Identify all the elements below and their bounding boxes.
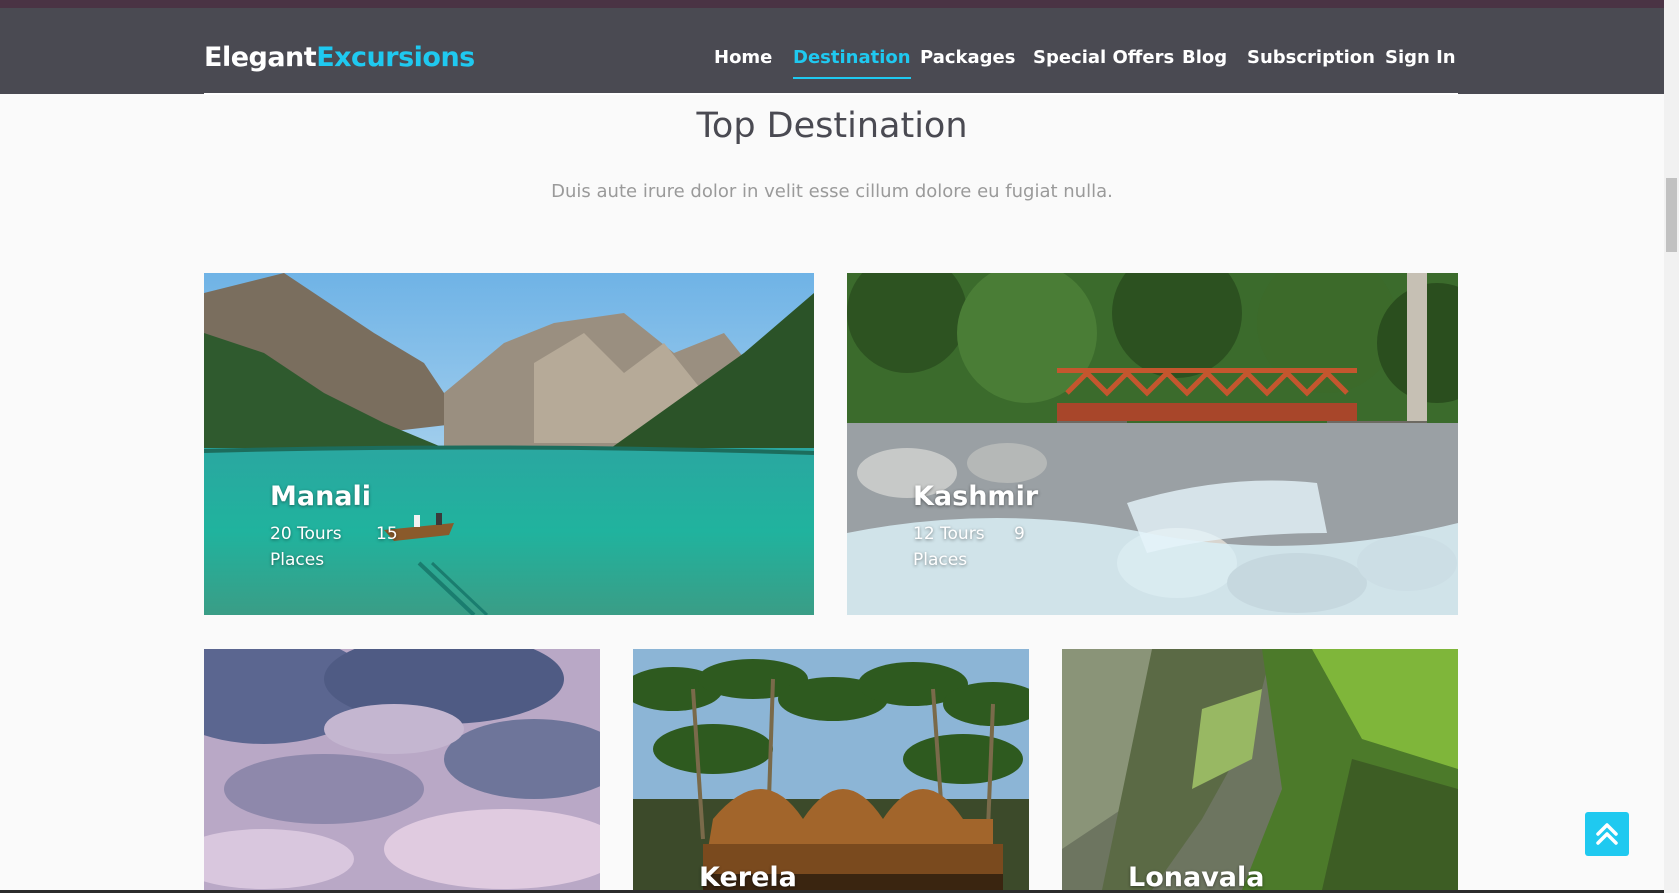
nav-item-subscription[interactable]: Subscription	[1247, 40, 1375, 76]
nav-item-destination[interactable]: Destination	[793, 40, 911, 79]
brand-logo[interactable]: ElegantExcursions	[204, 38, 475, 78]
navbar-divider	[204, 93, 1458, 95]
navbar: ElegantExcursions Home Destination Packa…	[0, 8, 1664, 94]
card-tours: 12 Tours	[913, 524, 985, 544]
page-scrollbar-thumb[interactable]	[1666, 178, 1677, 252]
card-places-count: 9	[1014, 524, 1025, 544]
card-title: Kashmir	[913, 481, 1039, 512]
brand-logo-part1: Elegant	[204, 42, 317, 73]
double-chevron-up-icon	[1596, 823, 1618, 845]
nav-item-special-offers[interactable]: Special Offers	[1033, 40, 1174, 76]
green-cliffs-image	[1062, 649, 1458, 890]
card-places-label: Places	[913, 550, 968, 570]
cloudy-sky-image	[204, 649, 600, 890]
section-subtitle: Duis aute irure dolor in velit esse cill…	[551, 181, 1113, 202]
card-places-label: Places	[270, 550, 325, 570]
section-title: Top Destination	[696, 106, 968, 146]
nav-item-sign-in[interactable]: Sign In	[1385, 40, 1456, 76]
card-title: Manali	[270, 481, 372, 512]
destination-card-kerela[interactable]: Kerela	[633, 649, 1029, 890]
nav-item-home[interactable]: Home	[714, 40, 772, 76]
card-title: Lonavala	[1128, 862, 1265, 890]
destination-card-sky[interactable]	[204, 649, 600, 890]
card-title: Kerela	[699, 862, 797, 890]
top-accent-strip	[0, 0, 1679, 8]
nav-item-blog[interactable]: Blog	[1182, 40, 1227, 76]
destination-card-manali[interactable]: Manali 20 Tours 15 Places	[204, 273, 814, 615]
card-places-count: 15	[376, 524, 398, 544]
card-tours: 20 Tours	[270, 524, 342, 544]
destination-card-lonavala[interactable]: Lonavala	[1062, 649, 1458, 890]
houseboat-palms-image	[633, 649, 1029, 890]
brand-logo-part2: Excursions	[316, 42, 475, 73]
page-scrollbar[interactable]	[1664, 0, 1679, 893]
destination-card-kashmir[interactable]: Kashmir 12 Tours 9 Places	[847, 273, 1458, 615]
card-meta: 20 Tours 15 Places	[270, 521, 398, 573]
card-meta: 12 Tours 9 Places	[913, 521, 1025, 573]
back-to-top-button[interactable]	[1585, 812, 1629, 856]
nav-item-packages[interactable]: Packages	[920, 40, 1015, 76]
